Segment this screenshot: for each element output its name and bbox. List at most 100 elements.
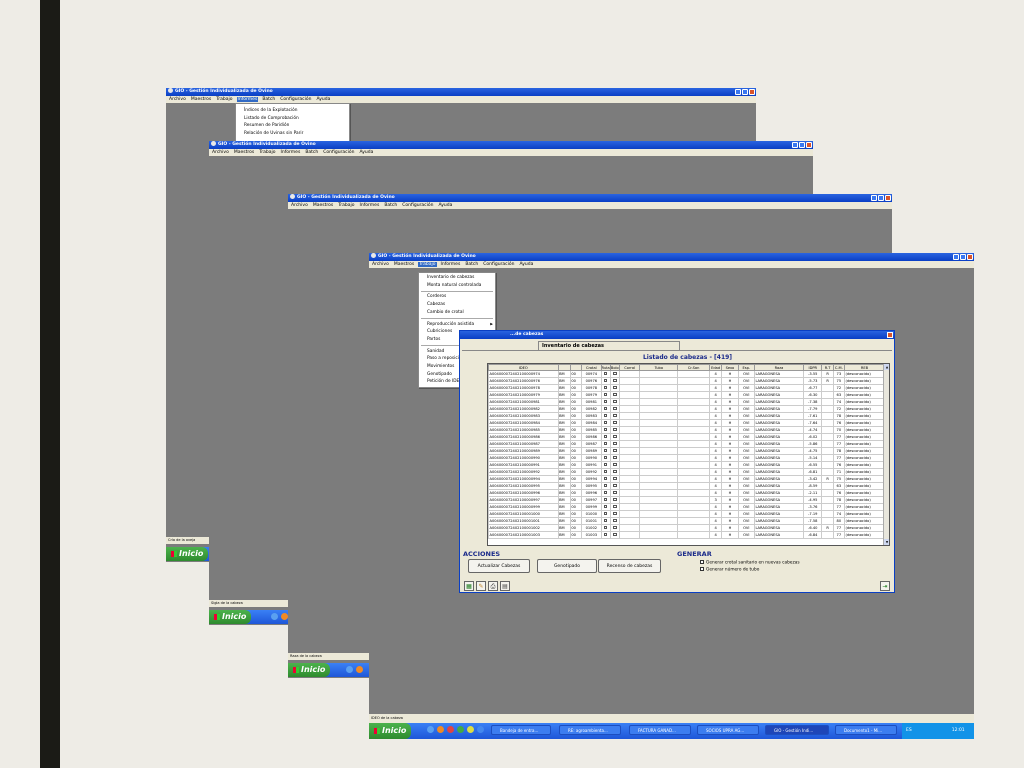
row-checkbox[interactable] [613,406,617,410]
menu-archivo[interactable]: Archivo [211,150,230,155]
table-row[interactable]: A004000072402100000995 BM 00 00995 4 H OVI LARA… [488,482,886,490]
row-checkbox[interactable] [613,385,617,389]
table-row[interactable]: A004000072402100000982 BM 00 00982 4 H OVI LARA… [488,405,886,413]
row-checkbox[interactable] [603,455,608,459]
taskbar-item-active[interactable]: GIO - Gestión Indi... [765,725,829,735]
close-button[interactable] [806,142,812,148]
menu-configuracion[interactable]: Configuración [322,150,355,155]
ie-icon[interactable] [271,613,278,620]
numero-tubo-checkbox[interactable]: Generar número de tubo [700,567,759,573]
taskbar-item[interactable]: SOCIOS UPRA AG... [697,725,759,735]
language-indicator[interactable]: ES [906,728,912,733]
menu-configuracion[interactable]: Configuración [279,97,312,102]
row-checkbox[interactable] [613,476,617,480]
table-row[interactable]: A004000072402100000984 BM 00 00984 4 H OVI LARA… [488,419,886,427]
menu-maestros[interactable]: Maestros [312,203,334,208]
table-row[interactable]: A004000072402100000992 BM 00 00992 4 H OVI LARA… [488,468,886,476]
row-checkbox[interactable] [603,469,608,473]
row-checkbox[interactable] [603,462,608,466]
scroll-up-icon[interactable]: ▲ [884,364,889,370]
minimize-button[interactable] [871,195,877,201]
table-row[interactable]: A004000072402100000976 BM 00 00976 4 H OVI LARA… [488,377,886,385]
menu-ayuda[interactable]: Ayuda [518,262,534,267]
table-row[interactable]: A004000072402100000981 BM 00 00981 4 H OVI LARA… [488,398,886,406]
menu-trabajo[interactable]: Trabajo [215,97,233,102]
row-checkbox[interactable] [613,469,617,473]
menu-item[interactable]: Listado de Comprobación [236,115,349,123]
tab-inventario[interactable]: Inventario de cabezas [538,341,680,350]
row-checkbox[interactable] [613,427,617,431]
row-checkbox[interactable] [613,525,617,529]
menu-maestros[interactable]: Maestros [393,262,415,267]
row-checkbox[interactable] [603,413,608,417]
row-checkbox[interactable] [613,497,617,501]
start-button[interactable]: Inicio [369,723,411,739]
close-button[interactable] [967,254,973,260]
row-checkbox[interactable] [603,385,608,389]
firefox-icon[interactable] [356,666,363,673]
table-row[interactable]: A004000072402100000990 BM 00 00990 4 H OVI LARA… [488,454,886,462]
menu-item[interactable]: Índices de la Explotación [236,107,349,115]
dialog-close-button[interactable] [887,332,893,338]
minimize-button[interactable] [953,254,959,260]
row-checkbox[interactable] [613,392,617,396]
table-row[interactable]: A004000072402100000978 BM 00 00978 4 H OVI LARA… [488,384,886,392]
taskbar-item[interactable]: Documento1 - Mi... [835,725,897,735]
maximize-button[interactable] [960,254,966,260]
table-row[interactable]: A004000072402100000991 BM 00 00991 4 H OVI LARA… [488,461,886,469]
menu-ayuda[interactable]: Ayuda [437,203,453,208]
menu-configuracion[interactable]: Configuración [482,262,515,267]
firefox-icon[interactable] [437,726,444,733]
row-checkbox[interactable] [603,406,608,410]
row-checkbox[interactable] [603,476,608,480]
table-row[interactable]: A004000072402100000979 BM 00 00979 4 H OVI LARA… [488,391,886,399]
menu-informes[interactable]: Informes [280,150,302,155]
document-icon[interactable]: ▤ [500,581,510,591]
quicklaunch-icon[interactable] [457,726,464,733]
crotal-sanitario-checkbox[interactable]: Generar crotal sanitario en nuevas cabez… [700,560,800,566]
menu-maestros[interactable]: Maestros [233,150,255,155]
row-checkbox[interactable] [613,532,617,536]
menu-item[interactable]: Cabezas [419,301,495,309]
maximize-button[interactable] [742,89,748,95]
genotipado-button[interactable]: Genotipado [537,559,597,573]
menu-item[interactable]: Corderos [419,293,495,301]
row-checkbox[interactable] [613,455,617,459]
row-checkbox[interactable] [613,413,617,417]
table-row[interactable]: A004000072402100000999 BM 00 00999 4 H OVI LARA… [488,503,886,511]
menu-item[interactable]: Reproducción asistida ▶ [419,321,495,329]
row-checkbox[interactable] [603,371,608,375]
row-checkbox[interactable] [603,392,608,396]
excel-icon[interactable]: ▦ [464,581,474,591]
menu-batch[interactable]: Batch [304,150,319,155]
row-checkbox[interactable] [613,399,617,403]
row-checkbox[interactable] [613,462,617,466]
row-checkbox[interactable] [603,399,608,403]
table-row[interactable]: A004000072402100000983 BM 00 00983 4 H OVI LARA… [488,412,886,420]
table-row[interactable]: A004000072402100001002 BM 00 01002 4 H OVI LARA… [488,524,886,532]
row-checkbox[interactable] [613,483,617,487]
row-checkbox[interactable] [603,525,608,529]
row-checkbox[interactable] [603,490,608,494]
edit-icon[interactable]: ✎ [476,581,486,591]
row-checkbox[interactable] [613,490,617,494]
menu-item[interactable]: Relación de Uvinas sin Parir [236,130,349,138]
maximize-button[interactable] [799,142,805,148]
row-checkbox[interactable] [613,441,617,445]
row-checkbox[interactable] [603,441,608,445]
menu-maestros[interactable]: Maestros [190,97,212,102]
menu-item[interactable]: Resumen de Paridión [236,122,349,130]
recenso-cabezas-button[interactable]: Recenso de cabezas [598,559,661,573]
table-row[interactable]: A004000072402100001001 BM 00 01001 4 H OVI LARA… [488,517,886,525]
row-checkbox[interactable] [603,532,608,536]
menu-trabajo[interactable]: Trabajo [258,150,276,155]
menu-ayuda[interactable]: Ayuda [358,150,374,155]
row-checkbox[interactable] [603,518,608,522]
row-checkbox[interactable] [603,378,608,382]
table-row[interactable]: A004000072402100000985 BM 00 00985 4 H OVI LARA… [488,426,886,434]
row-checkbox[interactable] [603,448,608,452]
row-checkbox[interactable] [613,434,617,438]
row-checkbox[interactable] [613,448,617,452]
row-checkbox[interactable] [613,420,617,424]
quicklaunch-icon[interactable] [477,726,484,733]
